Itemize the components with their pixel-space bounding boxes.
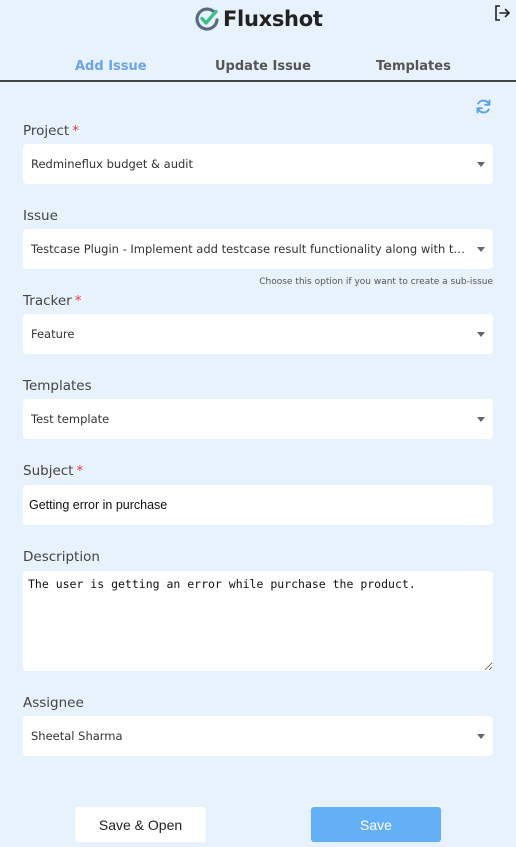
subject-input[interactable] — [23, 485, 493, 525]
templates-select-value: Test template — [31, 412, 110, 426]
tracker-select[interactable]: Feature — [23, 314, 493, 354]
caret-down-icon — [477, 734, 485, 739]
templates-label-text: Templates — [23, 378, 92, 394]
issue-label-text: Issue — [23, 208, 58, 224]
assignee-select[interactable]: Sheetal Sharma — [23, 716, 493, 756]
project-label-text: Project — [23, 123, 70, 139]
issue-select[interactable]: Testcase Plugin - Implement add testcase… — [23, 229, 493, 269]
templates-select[interactable]: Test template — [23, 399, 493, 439]
templates-label: Templates — [23, 378, 92, 394]
sub-issue-hint: Choose this option if you want to create… — [259, 277, 493, 287]
subject-label: Subject * — [23, 463, 83, 479]
tracker-select-value: Feature — [31, 327, 75, 341]
project-select-value: Redmineflux budget & audit — [31, 157, 193, 171]
tab-update-issue[interactable]: Update Issue — [215, 59, 311, 74]
project-label: Project * — [23, 123, 79, 139]
tab-templates[interactable]: Templates — [376, 59, 451, 74]
tab-add-issue[interactable]: Add Issue — [75, 59, 147, 74]
caret-down-icon — [477, 417, 485, 422]
description-label-text: Description — [23, 549, 100, 565]
save-and-open-button[interactable]: Save & Open — [75, 807, 206, 842]
tracker-label: Tracker * — [23, 293, 81, 309]
save-button[interactable]: Save — [311, 807, 441, 842]
app-title: Fluxshot — [223, 7, 323, 31]
check-circle-logo-icon — [195, 7, 219, 31]
tracker-label-text: Tracker — [23, 293, 72, 309]
caret-down-icon — [477, 247, 485, 252]
description-textarea[interactable]: The user is getting an error while purch… — [23, 571, 493, 671]
refresh-icon[interactable] — [475, 98, 492, 115]
issue-label: Issue — [23, 208, 58, 224]
required-mark: * — [72, 123, 79, 139]
app-header: Fluxshot — [0, 0, 516, 40]
logout-icon[interactable] — [493, 4, 511, 22]
issue-select-value: Testcase Plugin - Implement add testcase… — [31, 242, 471, 256]
assignee-label: Assignee — [23, 695, 84, 711]
description-label: Description — [23, 549, 100, 565]
caret-down-icon — [477, 332, 485, 337]
app-logo: Fluxshot — [194, 6, 323, 32]
required-mark: * — [76, 463, 84, 479]
tab-bar: Add Issue Update Issue Templates — [0, 52, 516, 82]
assignee-label-text: Assignee — [23, 695, 84, 711]
caret-down-icon — [477, 162, 485, 167]
required-mark: * — [74, 293, 82, 309]
project-select[interactable]: Redmineflux budget & audit — [23, 144, 493, 184]
subject-label-text: Subject — [23, 463, 74, 479]
assignee-select-value: Sheetal Sharma — [31, 729, 123, 743]
